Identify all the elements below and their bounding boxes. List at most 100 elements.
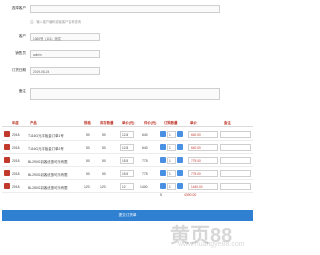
unit-price-value: 640.00 bbox=[191, 146, 201, 150]
table-row: 2018 T116G元平板金订单1号 50 50 12.8 640 1 640.… bbox=[2, 128, 253, 141]
qty-plus-button[interactable] bbox=[177, 144, 183, 150]
unit-price-value: 1440.00 bbox=[191, 185, 203, 189]
cell-spec: 50 bbox=[86, 171, 90, 176]
cell-stock: 50 bbox=[102, 132, 106, 137]
price-value: 15.5 bbox=[122, 172, 129, 176]
date-value: 2019-08-24 bbox=[33, 69, 50, 74]
delete-button[interactable] bbox=[4, 131, 10, 137]
price-input[interactable]: 15.5 bbox=[120, 156, 134, 164]
sales-select[interactable]: admin bbox=[30, 50, 100, 58]
unit-price-field[interactable]: 1440.00 bbox=[188, 182, 218, 190]
remark-field[interactable] bbox=[220, 143, 251, 151]
th-qty: 订购数量 bbox=[164, 121, 178, 125]
remark-field[interactable] bbox=[220, 182, 251, 190]
qty-input[interactable]: 1 bbox=[167, 143, 176, 151]
table-row: 2018 BL280G羽客优惠可乐有限 120 120 12 1440 1 14… bbox=[2, 180, 253, 193]
unit-price-field[interactable]: 640.00 bbox=[188, 143, 218, 151]
cell-product: BL280G羽客优惠可乐有限 bbox=[28, 185, 68, 190]
total-amount: 4390.00 bbox=[184, 193, 197, 197]
total-count: 5 bbox=[160, 193, 162, 197]
sales-value: admin bbox=[33, 52, 42, 57]
qty-minus-button[interactable] bbox=[160, 157, 166, 163]
price-input[interactable]: 12.8 bbox=[120, 143, 134, 151]
price-value: 12 bbox=[122, 185, 126, 189]
table-row: 2018 BL290G羽客优惠可乐有限 50 50 15.5 775 1 775… bbox=[2, 154, 253, 167]
cell-product: BL290G羽客优惠可乐有限 bbox=[28, 172, 68, 177]
table-row: 2018 T116G元平板金订单2号 50 50 12.8 640 1 640.… bbox=[2, 141, 253, 154]
customer-label: 选择客户 bbox=[11, 6, 26, 10]
qty-plus-button[interactable] bbox=[177, 157, 183, 163]
unit-price-field[interactable]: 775.00 bbox=[188, 156, 218, 164]
unit-price-value: 775.00 bbox=[191, 172, 201, 176]
qty-minus-button[interactable] bbox=[160, 144, 166, 150]
cell-stock: 50 bbox=[102, 158, 106, 163]
watermark-url: www.huangye88.com bbox=[178, 241, 245, 248]
qty-value: 1 bbox=[169, 133, 171, 137]
cell-box-price: 775 bbox=[142, 158, 148, 163]
qty-minus-button[interactable] bbox=[160, 170, 166, 176]
price-value: 12.8 bbox=[122, 133, 129, 137]
th-box-price: 件价(元) bbox=[144, 121, 157, 125]
cell-year: 2018 bbox=[12, 158, 20, 163]
unit-price-value: 775.00 bbox=[191, 159, 201, 163]
cell-year: 2018 bbox=[12, 184, 20, 189]
cell-year: 2018 bbox=[12, 171, 20, 176]
cell-box-price: 640 bbox=[142, 145, 148, 150]
client-select[interactable]: 1360号（111）测试 bbox=[30, 33, 100, 41]
delete-button[interactable] bbox=[4, 183, 10, 189]
qty-minus-button[interactable] bbox=[160, 131, 166, 137]
remark-label: 备注 bbox=[18, 89, 26, 93]
cell-product: BL290G羽客优惠可乐有限 bbox=[28, 159, 68, 164]
delete-button[interactable] bbox=[4, 170, 10, 176]
qty-value: 1 bbox=[169, 185, 171, 189]
order-form: 选择客户 注：输入客户编码或者客户名称查询 客户 1360号（111）测试 销售… bbox=[0, 0, 255, 116]
remark-field[interactable] bbox=[220, 169, 251, 177]
qty-input[interactable]: 1 bbox=[167, 156, 176, 164]
date-input[interactable]: 2019-08-24 bbox=[30, 67, 100, 75]
price-input[interactable]: 12.8 bbox=[120, 130, 134, 138]
qty-input[interactable]: 1 bbox=[167, 182, 176, 190]
th-year: 年度 bbox=[12, 121, 19, 125]
cell-year: 2018 bbox=[12, 132, 20, 137]
qty-value: 1 bbox=[169, 159, 171, 163]
unit-price-field[interactable]: 640.00 bbox=[188, 130, 218, 138]
cell-stock: 120 bbox=[100, 184, 106, 189]
delete-button[interactable] bbox=[4, 157, 10, 163]
price-value: 15.5 bbox=[122, 159, 129, 163]
price-input[interactable]: 12 bbox=[120, 182, 134, 190]
table-header: 年度 产品 规格 库存数量 单价(元) 件价(元) 订购数量 单价 备注 bbox=[2, 117, 253, 127]
cell-product: T116G元平板金订单1号 bbox=[28, 133, 64, 138]
cell-stock: 50 bbox=[102, 171, 106, 176]
delete-button[interactable] bbox=[4, 144, 10, 150]
client-label: 客户 bbox=[18, 34, 26, 38]
th-price: 单价(元) bbox=[122, 121, 135, 125]
qty-minus-button[interactable] bbox=[160, 183, 166, 189]
remark-input[interactable] bbox=[30, 88, 220, 100]
customer-input[interactable] bbox=[30, 5, 220, 13]
qty-plus-button[interactable] bbox=[177, 183, 183, 189]
th-unit: 单价 bbox=[190, 121, 197, 125]
qty-plus-button[interactable] bbox=[177, 131, 183, 137]
price-input[interactable]: 15.5 bbox=[120, 169, 134, 177]
th-product: 产品 bbox=[30, 121, 37, 125]
qty-value: 1 bbox=[169, 172, 171, 176]
unit-price-field[interactable]: 775.00 bbox=[188, 169, 218, 177]
qty-value: 1 bbox=[169, 146, 171, 150]
th-remark: 备注 bbox=[224, 121, 231, 125]
th-stock: 库存数量 bbox=[100, 121, 114, 125]
unit-price-value: 640.00 bbox=[191, 133, 201, 137]
remark-field[interactable] bbox=[220, 156, 251, 164]
th-spec: 规格 bbox=[84, 121, 91, 125]
date-label: 订货日期 bbox=[11, 68, 26, 72]
table-row: 2018 BL290G羽客优惠可乐有限 50 50 15.5 775 1 775… bbox=[2, 167, 253, 180]
price-value: 12.8 bbox=[122, 146, 129, 150]
qty-plus-button[interactable] bbox=[177, 170, 183, 176]
cell-year: 2018 bbox=[12, 145, 20, 150]
cell-spec: 120 bbox=[84, 184, 90, 189]
remark-field[interactable] bbox=[220, 130, 251, 138]
qty-input[interactable]: 1 bbox=[167, 169, 176, 177]
client-value: 1360号（111）测试 bbox=[33, 36, 61, 41]
cell-box-price: 775 bbox=[142, 171, 148, 176]
cell-product: T116G元平板金订单2号 bbox=[28, 146, 64, 151]
qty-input[interactable]: 1 bbox=[167, 130, 176, 138]
